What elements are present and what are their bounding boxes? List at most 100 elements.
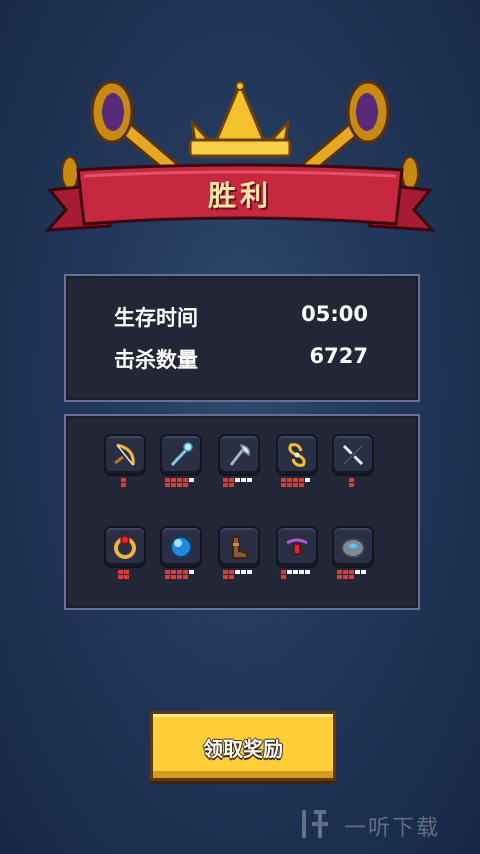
level-pip-filled xyxy=(222,483,228,487)
level-pips xyxy=(158,570,206,582)
stone-icon xyxy=(341,538,365,558)
level-pip-filled xyxy=(182,478,188,482)
item-frame xyxy=(332,434,374,476)
level-pip-filled xyxy=(348,478,354,482)
level-pip-filled xyxy=(228,478,234,482)
level-pip-filled xyxy=(170,478,176,482)
survival-time-value: 05:00 xyxy=(301,302,368,326)
item-slot[interactable] xyxy=(158,434,206,496)
item-slot[interactable] xyxy=(330,434,378,496)
survival-time-row: 生存时间 05:00 xyxy=(66,302,418,332)
watermark-logo-icon xyxy=(302,810,328,838)
level-pip-filled xyxy=(120,478,126,482)
level-pip-filled xyxy=(123,575,129,579)
level-pip-filled xyxy=(164,570,170,574)
item-slot[interactable] xyxy=(274,526,322,588)
level-pip-filled xyxy=(228,483,234,487)
item-slot[interactable] xyxy=(330,526,378,588)
magic-wand-icon xyxy=(170,442,193,467)
level-pip-filled xyxy=(336,570,342,574)
level-pip-empty xyxy=(240,570,246,574)
level-pip-filled xyxy=(164,478,170,482)
level-pips xyxy=(274,478,322,490)
kill-count-row: 击杀数量 6727 xyxy=(66,344,418,374)
level-pip-filled xyxy=(164,483,170,487)
item-frame xyxy=(332,526,374,568)
level-pip-empty xyxy=(292,570,298,574)
level-pips xyxy=(158,478,206,490)
item-frame xyxy=(218,434,260,476)
level-pips xyxy=(102,570,150,582)
claim-reward-button[interactable]: 领取奖励 xyxy=(150,711,336,781)
items-panel xyxy=(64,414,420,610)
level-pip-filled xyxy=(348,483,354,487)
item-slot[interactable] xyxy=(216,526,264,588)
level-pip-filled xyxy=(348,570,354,574)
level-pip-filled xyxy=(228,575,234,579)
level-pip-filled xyxy=(117,575,123,579)
amulet-icon xyxy=(286,538,308,555)
item-slot[interactable] xyxy=(158,526,206,588)
level-pip-empty xyxy=(354,570,360,574)
level-pip-filled xyxy=(176,483,182,487)
whirlwind-icon xyxy=(288,443,306,467)
level-pips xyxy=(216,570,264,582)
victory-banner: 胜利 xyxy=(0,78,480,248)
level-pip-filled xyxy=(176,570,182,574)
level-pip-filled xyxy=(182,570,188,574)
victory-title: 胜利 xyxy=(207,179,272,212)
level-pip-filled xyxy=(286,483,292,487)
level-pip-filled xyxy=(280,478,286,482)
level-pip-filled xyxy=(292,478,298,482)
kill-count-label: 击杀数量 xyxy=(114,348,198,372)
axe-icon xyxy=(229,444,251,466)
level-pip-filled xyxy=(170,575,176,579)
level-pip-empty xyxy=(246,570,252,574)
crossed-swords-icon xyxy=(342,444,364,466)
item-slot[interactable] xyxy=(274,434,322,496)
level-pip-empty xyxy=(246,478,252,482)
item-slot[interactable] xyxy=(102,434,150,496)
level-pips xyxy=(330,570,378,582)
level-pip-filled xyxy=(176,478,182,482)
level-pip-filled xyxy=(222,570,228,574)
item-frame xyxy=(104,526,146,568)
stats-panel: 生存时间 05:00 击杀数量 6727 xyxy=(64,274,420,402)
orb-icon xyxy=(170,536,192,558)
item-slot[interactable] xyxy=(216,434,264,496)
level-pip-empty xyxy=(240,478,246,482)
level-pip-empty xyxy=(304,570,310,574)
level-pip-filled xyxy=(280,483,286,487)
item-slot[interactable] xyxy=(102,526,150,588)
level-pip-filled xyxy=(182,575,188,579)
watermark-text: 一听下载 xyxy=(344,816,441,841)
level-pip-filled xyxy=(348,575,354,579)
level-pip-filled xyxy=(182,483,188,487)
level-pip-filled xyxy=(222,575,228,579)
level-pip-filled xyxy=(170,570,176,574)
level-pip-empty xyxy=(188,478,194,482)
claim-reward-label: 领取奖励 xyxy=(203,737,283,761)
boots-icon xyxy=(232,536,248,559)
banner-graphic xyxy=(44,80,436,232)
level-pip-filled xyxy=(286,478,292,482)
level-pips xyxy=(330,478,378,490)
level-pips xyxy=(274,570,322,582)
level-pip-filled xyxy=(298,483,304,487)
kill-count-value: 6727 xyxy=(309,344,368,368)
level-pip-filled xyxy=(298,478,304,482)
survival-time-label: 生存时间 xyxy=(114,306,198,330)
item-frame xyxy=(160,526,202,568)
item-frame xyxy=(276,526,318,568)
level-pip-filled xyxy=(120,483,126,487)
level-pips xyxy=(216,478,264,490)
crown-icon xyxy=(188,81,292,158)
level-pip-empty xyxy=(360,570,366,574)
level-pip-filled xyxy=(342,575,348,579)
level-pip-empty xyxy=(234,478,240,482)
item-frame xyxy=(104,434,146,476)
level-pip-filled xyxy=(342,570,348,574)
ring-icon xyxy=(114,535,136,559)
level-pip-filled xyxy=(170,483,176,487)
bow-icon xyxy=(114,443,135,466)
